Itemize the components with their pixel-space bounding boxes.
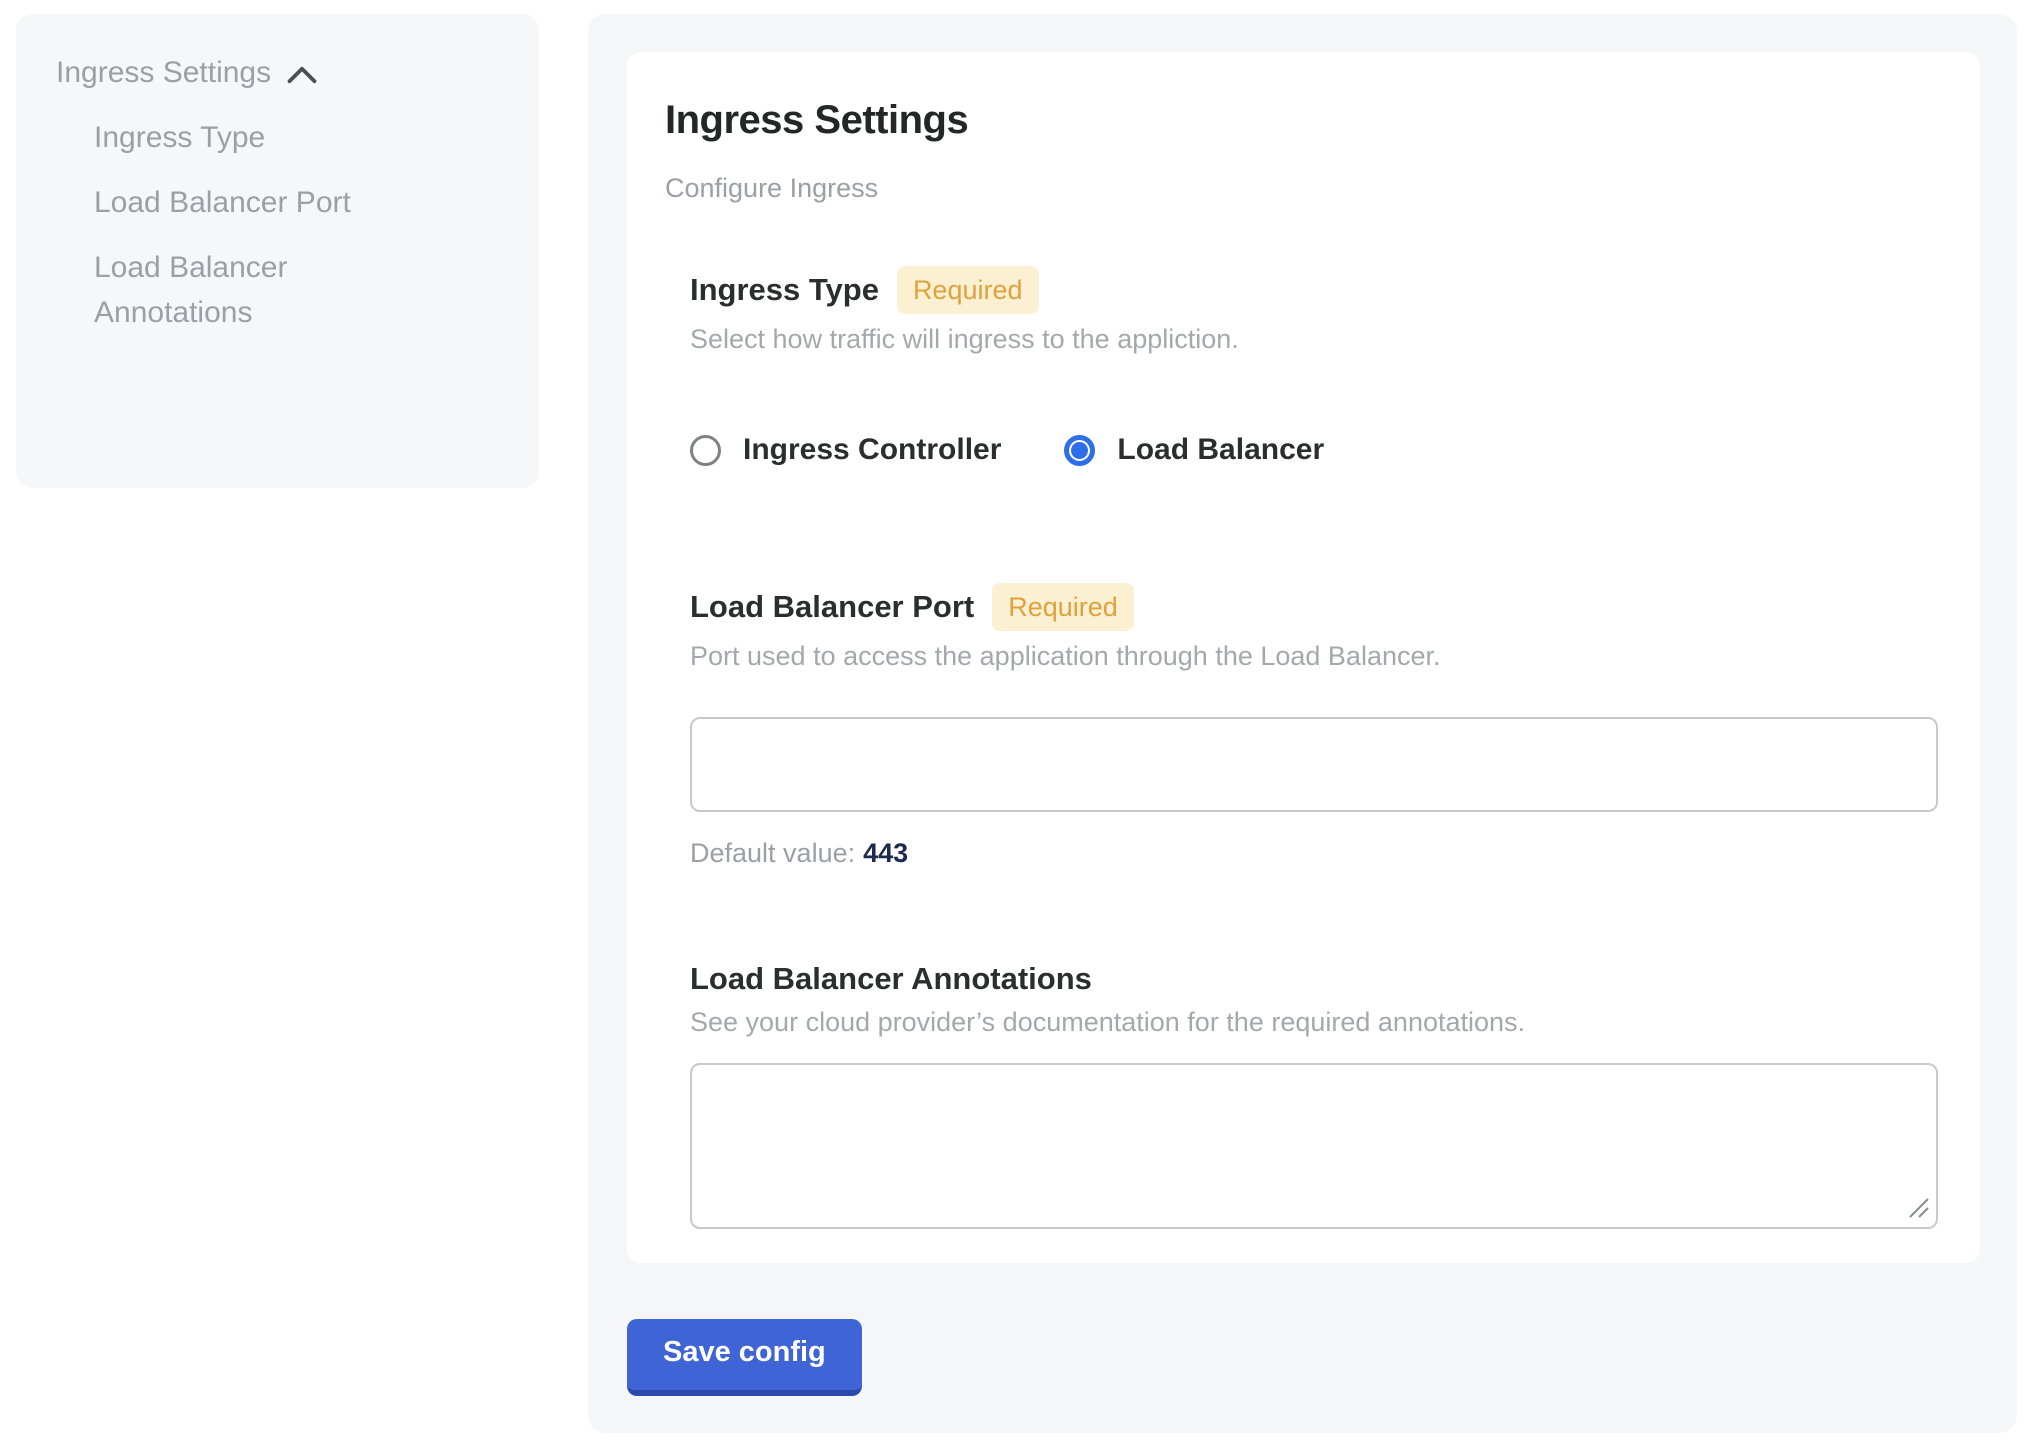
radio-option-load-balancer[interactable]: Load Balancer: [1064, 433, 1324, 467]
load-balancer-port-label: Load Balancer Port: [690, 589, 974, 625]
main-panel: Ingress Settings Configure Ingress Ingre…: [588, 14, 2017, 1433]
sidebar-item-ingress-type[interactable]: Ingress Type: [94, 115, 424, 160]
section-ingress-type: Ingress Type Required Select how traffic…: [690, 266, 1948, 467]
section-load-balancer-annotations: Load Balancer Annotations See your cloud…: [690, 961, 1948, 1229]
default-value-label: Default value:: [690, 838, 855, 868]
radio-label-load-balancer: Load Balancer: [1117, 433, 1324, 467]
required-badge: Required: [992, 583, 1134, 631]
sidebar-item-load-balancer-port[interactable]: Load Balancer Port: [94, 180, 424, 225]
ingress-type-description: Select how traffic will ingress to the a…: [690, 324, 1948, 355]
section-load-balancer-port: Load Balancer Port Required Port used to…: [690, 583, 1948, 869]
page-subtitle: Configure Ingress: [665, 173, 1948, 204]
radio-option-ingress-controller[interactable]: Ingress Controller: [690, 433, 1001, 467]
load-balancer-annotations-label: Load Balancer Annotations: [690, 961, 1092, 997]
sidebar-item-load-balancer-annotations[interactable]: Load Balancer Annotations: [94, 245, 424, 335]
resize-handle-icon[interactable]: [1907, 1196, 1931, 1220]
load-balancer-annotations-description: See your cloud provider’s documentation …: [690, 1007, 1948, 1038]
radio-button-load-balancer[interactable]: [1064, 435, 1095, 466]
sidebar-section-toggle[interactable]: Ingress Settings: [56, 50, 499, 95]
save-config-button[interactable]: Save config: [627, 1319, 862, 1396]
required-badge: Required: [897, 266, 1039, 314]
ingress-settings-card: Ingress Settings Configure Ingress Ingre…: [627, 52, 1980, 1263]
radio-label-ingress-controller: Ingress Controller: [743, 433, 1001, 467]
ingress-type-radio-group: Ingress Controller Load Balancer: [690, 433, 1948, 467]
chevron-up-icon[interactable]: [287, 66, 317, 84]
load-balancer-port-description: Port used to access the application thro…: [690, 641, 1948, 672]
settings-sidebar: Ingress Settings Ingress Type Load Balan…: [16, 14, 539, 488]
radio-button-ingress-controller[interactable]: [690, 435, 721, 466]
page-title: Ingress Settings: [665, 98, 1948, 143]
default-value: 443: [863, 838, 908, 868]
sidebar-item-list: Ingress Type Load Balancer Port Load Bal…: [56, 115, 499, 335]
load-balancer-annotations-textarea[interactable]: [690, 1063, 1938, 1229]
load-balancer-port-input[interactable]: [690, 717, 1938, 812]
default-value-line: Default value: 443: [690, 838, 1948, 869]
ingress-type-label: Ingress Type: [690, 272, 879, 308]
sidebar-section-label: Ingress Settings: [56, 50, 271, 95]
